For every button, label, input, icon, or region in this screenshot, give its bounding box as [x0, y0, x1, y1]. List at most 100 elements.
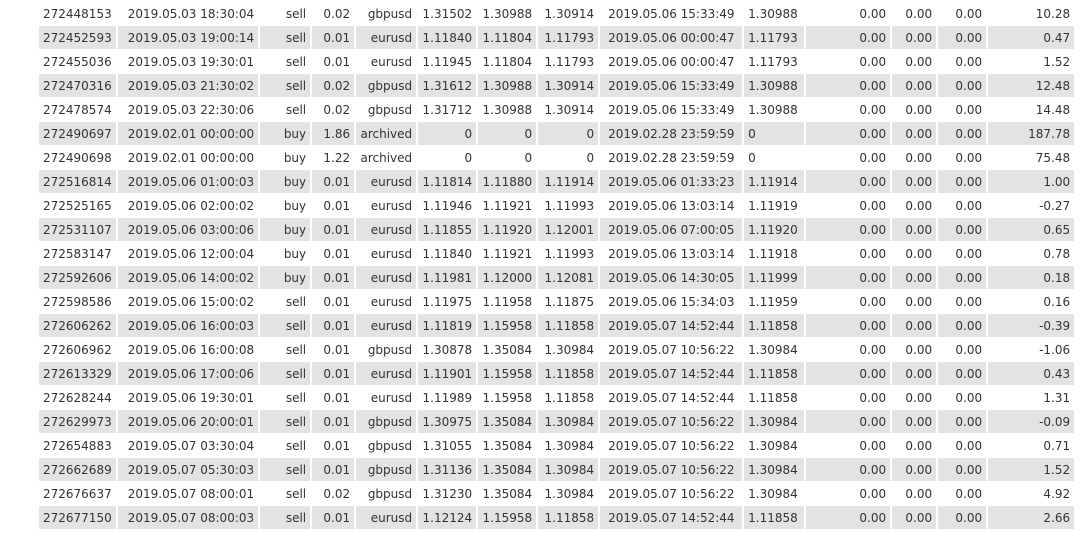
cell-size: 1.22: [323, 150, 351, 165]
cell-commission: 0.00: [806, 410, 891, 433]
cell-taxes: 0.00: [905, 342, 933, 357]
cell-swap: 0.00: [955, 438, 983, 453]
cell-swap: 0.00: [938, 218, 987, 241]
cell-stop-loss: 1.11958: [482, 294, 533, 309]
cell-ticket: 272606962: [43, 342, 112, 357]
cell-close-time: 2019.05.06 15:34:03: [608, 294, 735, 309]
cell-ticket: 272455036: [43, 54, 112, 69]
cell-commission: 0.00: [806, 74, 891, 97]
cell-taxes: 0.00: [892, 74, 937, 97]
cell-ticket: 272677150: [39, 506, 116, 529]
cell-item: gbpusd: [367, 6, 413, 21]
table-row: 272455036 2019.05.03 19:30:01 sell 0.01 euru…: [39, 50, 1074, 73]
cell-size: 0.01: [312, 362, 355, 385]
cell-swap: 0.00: [938, 458, 987, 481]
table-row: 272654883 2019.05.07 03:30:04 sell 0.01 gbpu…: [39, 434, 1074, 457]
cell-taxes: 0.00: [892, 26, 937, 49]
cell-open-time: 2019.05.06 02:00:02: [127, 198, 255, 213]
cell-open-time: 2019.05.03 18:30:04: [127, 6, 255, 21]
cell-take-profit: 1.11875: [544, 294, 595, 309]
cell-ticket: 272490697: [39, 122, 116, 145]
cell-close-price: 1.11858: [748, 390, 798, 405]
table-row: 272470316 2019.05.03 21:30:02 sell 0.02 gbpu…: [39, 74, 1075, 97]
cell-ticket: 272606262: [39, 314, 116, 337]
cell-profit: 12.48: [988, 74, 1075, 97]
cell-close-time: 2019.05.06 13:03:14: [608, 246, 735, 261]
trade-history-table: 272448153 2019.05.03 18:30:04 sell 0.02 gbpu…: [37, 1, 1076, 530]
cell-profit: 4.92: [1043, 486, 1071, 501]
cell-size: 0.01: [323, 198, 351, 213]
cell-swap: 0.00: [955, 150, 983, 165]
cell-open-time: 2019.05.03 19:30:01: [127, 54, 255, 69]
cell-type: sell: [260, 410, 311, 433]
cell-swap: 0.00: [938, 362, 987, 385]
cell-swap: 0.00: [955, 246, 983, 261]
cell-commission: 0.00: [806, 362, 891, 385]
cell-ticket: 272592606: [39, 266, 116, 289]
cell-stop-loss: 1.35084: [478, 458, 537, 481]
cell-close-time: 2019.05.06 07:00:05: [600, 218, 743, 241]
cell-ticket: 272448153: [43, 6, 112, 21]
cell-open-price: 1.11901: [418, 362, 477, 385]
cell-size: 0.02: [323, 486, 351, 501]
cell-size: 0.02: [323, 6, 351, 21]
cell-profit: -0.27: [1039, 198, 1071, 213]
cell-ticket: 272490698: [43, 150, 112, 165]
cell-take-profit: 1.11858: [538, 314, 599, 337]
cell-taxes: 0.00: [892, 218, 937, 241]
cell-type: sell: [285, 6, 307, 21]
cell-type: sell: [260, 74, 311, 97]
cell-stop-loss: 0: [478, 122, 537, 145]
cell-type: sell: [285, 342, 307, 357]
cell-size: 0.01: [312, 458, 355, 481]
cell-stop-loss: 1.15958: [478, 506, 537, 529]
cell-type: sell: [260, 506, 311, 529]
cell-profit: 1.52: [988, 458, 1075, 481]
cell-taxes: 0.00: [905, 390, 933, 405]
cell-open-price: 1.11855: [418, 218, 477, 241]
cell-profit: 0.43: [988, 362, 1075, 385]
cell-open-price: 1.31712: [422, 102, 473, 117]
table-row: 272606962 2019.05.06 16:00:08 sell 0.01 gbpu…: [39, 338, 1074, 361]
cell-stop-loss: 1.30988: [482, 6, 533, 21]
cell-size: 0.01: [312, 266, 355, 289]
cell-profit: 1.00: [988, 170, 1075, 193]
cell-close-price: 1.11999: [744, 266, 805, 289]
cell-open-time: 2019.05.07 08:00:03: [117, 506, 259, 529]
table-row: 272628244 2019.05.06 19:30:01 sell 0.01 euru…: [39, 386, 1074, 409]
cell-ticket: 272531107: [39, 218, 116, 241]
cell-close-time: 2019.05.07 10:56:22: [600, 458, 743, 481]
cell-take-profit: 1.30984: [544, 486, 595, 501]
table-row: 272525165 2019.05.06 02:00:02 buy 0.01 eurus…: [39, 194, 1074, 217]
cell-profit: 10.28: [1035, 6, 1071, 21]
cell-close-price: 1.30984: [748, 342, 798, 357]
cell-commission: 0.00: [859, 198, 887, 213]
cell-ticket: 272628244: [43, 390, 112, 405]
cell-take-profit: 1.30984: [544, 438, 595, 453]
table-row: 272606262 2019.05.06 16:00:03 sell 0.01 euru…: [39, 314, 1075, 337]
cell-commission: 0.00: [859, 102, 887, 117]
cell-close-price: 1.11858: [744, 506, 805, 529]
cell-commission: 0.00: [859, 294, 887, 309]
cell-type: sell: [260, 314, 311, 337]
cell-close-time: 2019.05.07 14:52:44: [600, 506, 743, 529]
cell-close-time: 2019.02.28 23:59:59: [600, 122, 743, 145]
cell-close-price: 1.30988: [748, 102, 798, 117]
table-row: 272452593 2019.05.03 19:00:14 sell 0.01 euru…: [39, 26, 1075, 49]
cell-open-time: 2019.05.07 03:30:04: [127, 438, 255, 453]
cell-taxes: 0.00: [892, 506, 937, 529]
cell-item: gbpusd: [356, 458, 417, 481]
cell-stop-loss: 1.35084: [482, 438, 533, 453]
cell-size: 0.02: [312, 74, 355, 97]
cell-stop-loss: 1.15958: [478, 314, 537, 337]
cell-close-time: 2019.02.28 23:59:59: [608, 150, 735, 165]
cell-commission: 0.00: [806, 314, 891, 337]
cell-profit: 187.78: [988, 122, 1075, 145]
cell-type: sell: [285, 438, 307, 453]
cell-take-profit: 1.30914: [544, 102, 595, 117]
cell-close-time: 2019.05.06 01:33:23: [600, 170, 743, 193]
cell-close-price: 1.11918: [748, 246, 798, 261]
cell-take-profit: 1.30984: [544, 342, 595, 357]
cell-take-profit: 1.11858: [538, 506, 599, 529]
cell-take-profit: 0: [538, 122, 599, 145]
